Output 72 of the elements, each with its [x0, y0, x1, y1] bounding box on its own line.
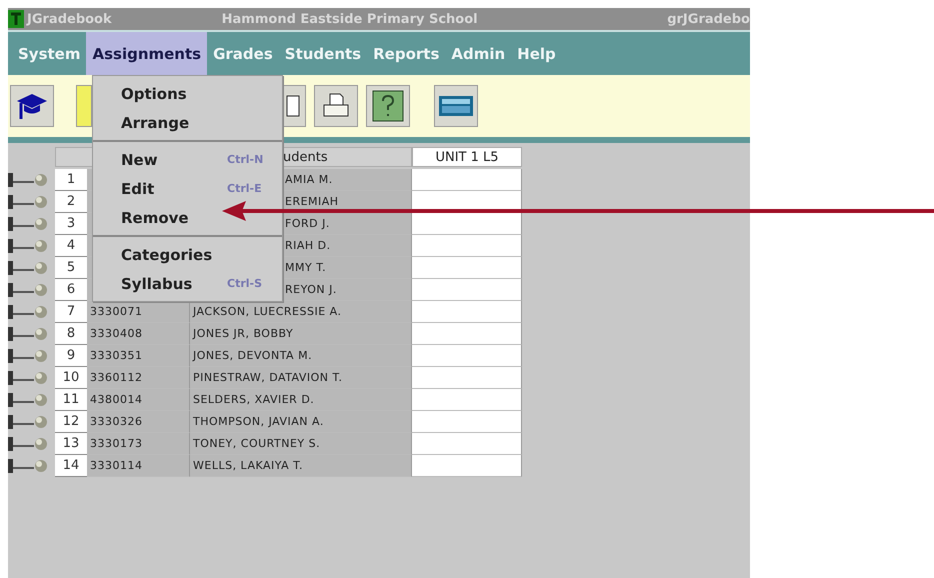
- row-number: 1: [55, 169, 87, 191]
- row-number: 3: [55, 213, 87, 235]
- menu-item[interactable]: Assignments: [86, 32, 208, 75]
- table-cell: 4380014: [87, 389, 190, 411]
- graduation-cap-icon: [15, 91, 49, 121]
- table-cell: THOMPSON, JAVIAN A.: [190, 411, 412, 433]
- binding-ring-icon: [8, 415, 48, 429]
- binding-ring-icon: [8, 283, 48, 297]
- row-number: 6: [55, 279, 87, 301]
- binding-ring-icon: [8, 195, 48, 209]
- binding-ring-icon: [8, 459, 48, 473]
- row-number: 13: [55, 433, 87, 455]
- menu-option[interactable]: Options: [93, 79, 282, 108]
- menu-option[interactable]: Arrange: [93, 108, 282, 137]
- app-logo-icon: [8, 10, 24, 28]
- table-cell: 3330351: [87, 345, 190, 367]
- binding-ring-icon: [8, 261, 48, 275]
- binding-ring-icon: [8, 393, 48, 407]
- binding-ring-icon: [8, 371, 48, 385]
- table-cell: JONES, DEVONTA M.: [190, 345, 412, 367]
- grade-cell[interactable]: [412, 301, 522, 323]
- row-number: 2: [55, 191, 87, 213]
- binding-ring-icon: [8, 327, 48, 341]
- grade-cell[interactable]: [412, 345, 522, 367]
- grade-cell[interactable]: [412, 257, 522, 279]
- grade-cell[interactable]: [412, 213, 522, 235]
- table-cell: JONES JR, BOBBY: [190, 323, 412, 345]
- binding-ring-icon: [8, 437, 48, 451]
- window-title: grJGradebo: [667, 12, 750, 26]
- grade-cell[interactable]: [412, 411, 522, 433]
- toolbar-button[interactable]: [10, 85, 54, 127]
- table-cell: 3330173: [87, 433, 190, 455]
- row-number: 14: [55, 455, 87, 477]
- grade-cell[interactable]: [412, 235, 522, 257]
- binding-ring-icon: [8, 239, 48, 253]
- row-number: 9: [55, 345, 87, 367]
- binding-ring-icon: [8, 173, 48, 187]
- window-title: JGradebook: [27, 12, 112, 26]
- help-icon: [372, 90, 404, 122]
- binding-ring-icon: [8, 305, 48, 319]
- toolbar-button[interactable]: [314, 85, 358, 127]
- table-cell: JACKSON, LUECRESSIE A.: [190, 301, 412, 323]
- binding-ring-icon: [8, 217, 48, 231]
- binding-ring-icon: [8, 349, 48, 363]
- table-cell: 3330408: [87, 323, 190, 345]
- row-number: 8: [55, 323, 87, 345]
- calculator-icon: [439, 96, 473, 116]
- row-number: 12: [55, 411, 87, 433]
- table-cell: WELLS, LAKAIYA T.: [190, 455, 412, 477]
- table-cell: 3330114: [87, 455, 190, 477]
- toolbar-button[interactable]: [366, 85, 410, 127]
- table-cell: PINESTRAW, DATAVION T.: [190, 367, 412, 389]
- table-cell: 3330326: [87, 411, 190, 433]
- row-number: 4: [55, 235, 87, 257]
- row-number: 5: [55, 257, 87, 279]
- grade-cell[interactable]: [412, 279, 522, 301]
- grade-cell[interactable]: [412, 433, 522, 455]
- row-number: 10: [55, 367, 87, 389]
- table-cell: TONEY, COURTNEY S.: [190, 433, 412, 455]
- grade-cell[interactable]: [412, 169, 522, 191]
- grade-cell[interactable]: [412, 367, 522, 389]
- grade-cell[interactable]: [412, 323, 522, 345]
- table-cell: SELDERS, XAVIER D.: [190, 389, 412, 411]
- grade-cell[interactable]: [412, 455, 522, 477]
- row-number: 7: [55, 301, 87, 323]
- column-header: UNIT 1 L5: [412, 147, 522, 167]
- grade-cell[interactable]: [412, 389, 522, 411]
- table-cell: 3330071: [87, 301, 190, 323]
- school-name: Hammond Eastside Primary School: [222, 12, 478, 26]
- document-icon: [286, 95, 300, 117]
- row-number: 11: [55, 389, 87, 411]
- table-cell: 3360112: [87, 367, 190, 389]
